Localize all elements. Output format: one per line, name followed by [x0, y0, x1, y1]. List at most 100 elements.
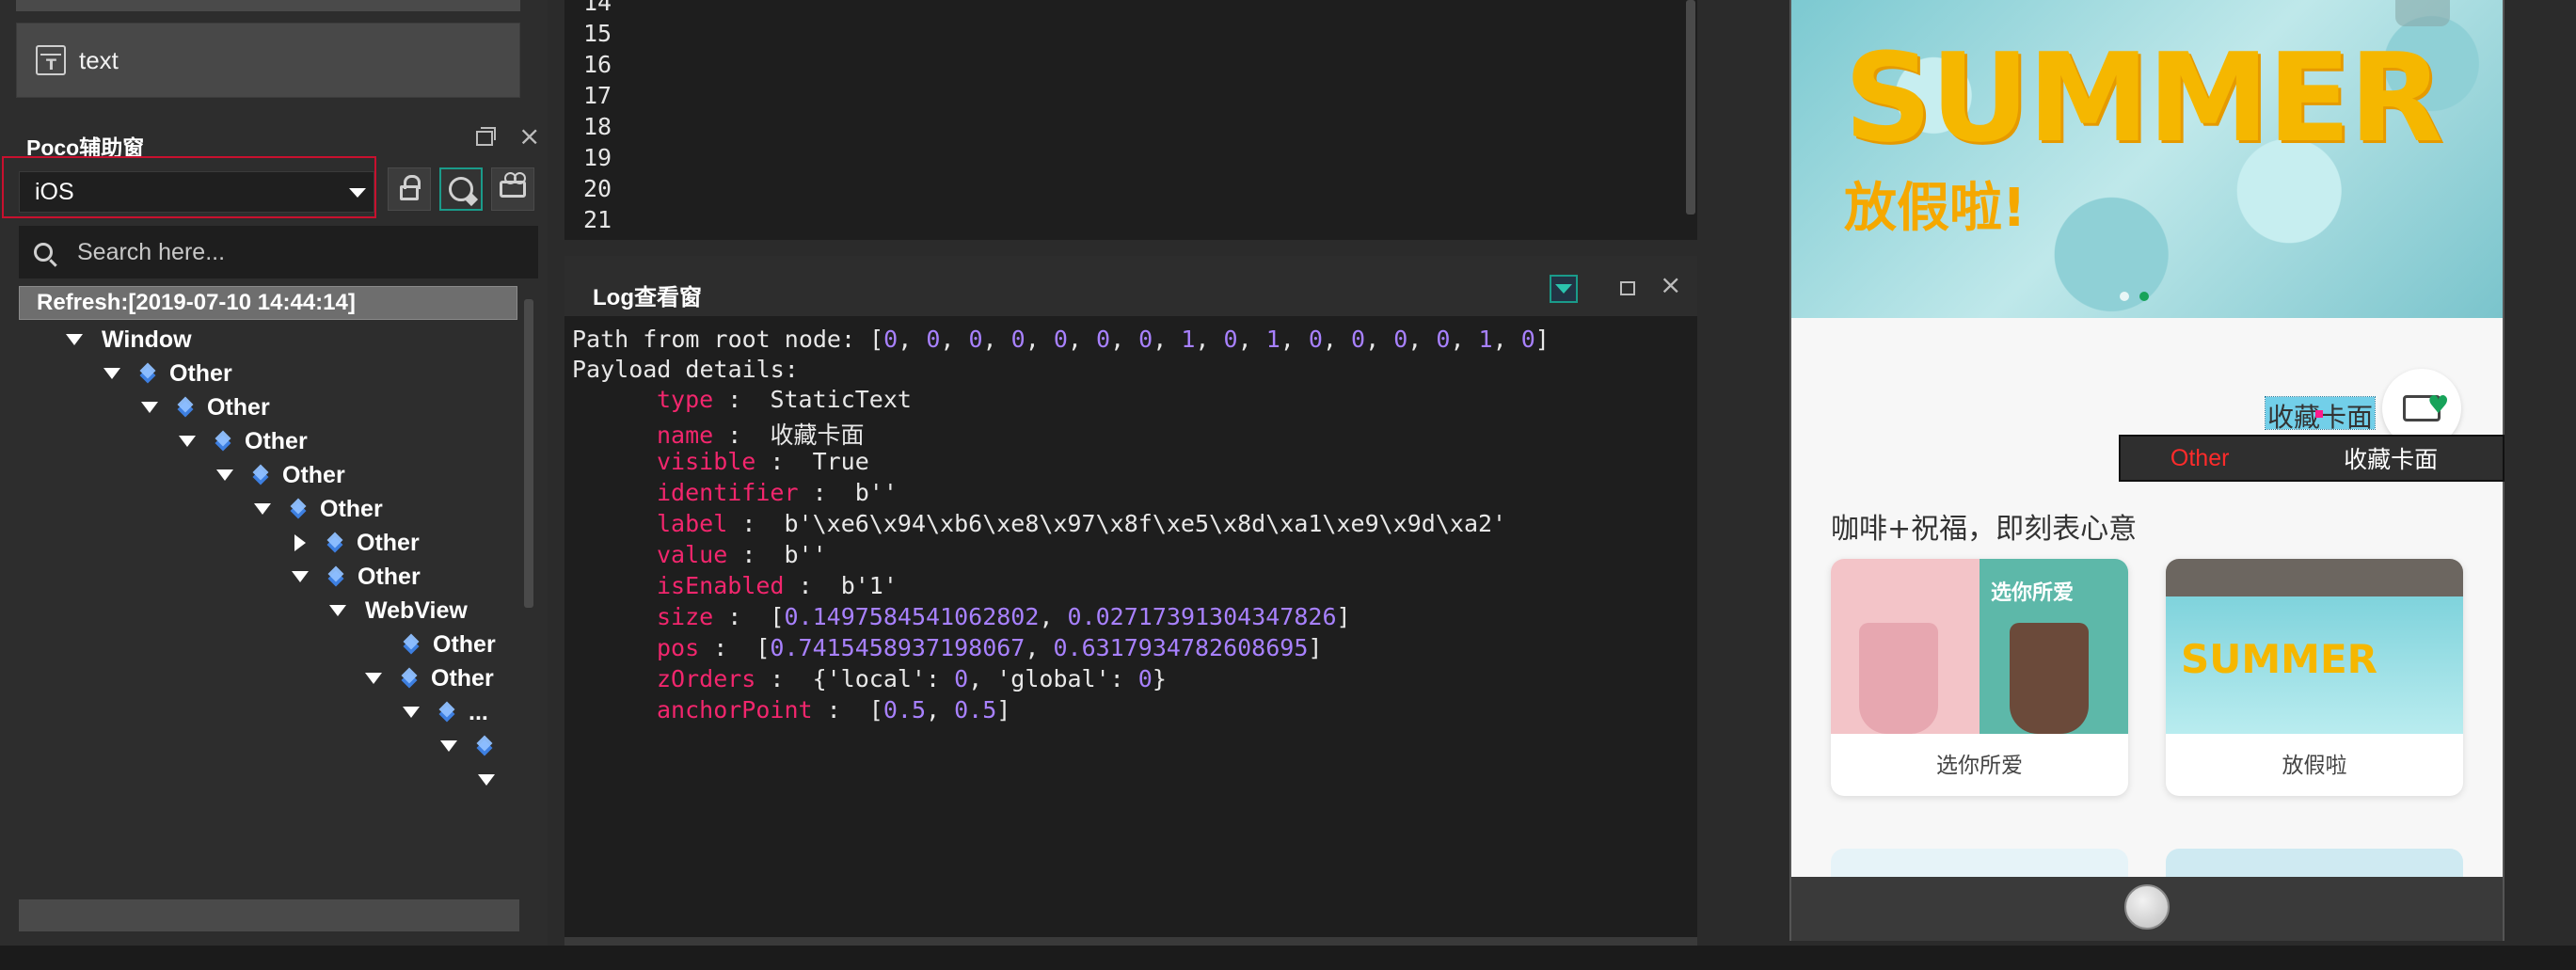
attr-key: type [657, 386, 714, 413]
log-line: Path from root node: [0, 0, 0, 0, 0, 0, … [572, 326, 1550, 353]
tree-horizontal-scrollbar[interactable] [19, 899, 519, 931]
expand-arrow-icon[interactable] [403, 707, 420, 718]
path-index: 1 [1478, 326, 1493, 353]
tree-node-label: Other [358, 563, 421, 590]
expand-arrow-icon[interactable] [254, 503, 271, 515]
path-index: 0 [1393, 326, 1408, 353]
attr-value: True [812, 448, 869, 475]
line-number: 15 [583, 20, 612, 47]
path-index: 1 [1181, 326, 1196, 353]
tree-node-label: Other [207, 393, 270, 421]
text-widget-item[interactable]: text [16, 23, 520, 98]
attr-value: StaticText [770, 386, 912, 413]
tree-node-label: Other [245, 427, 308, 454]
tree-node[interactable]: Other [365, 662, 494, 694]
tree-node[interactable]: ... [403, 696, 488, 728]
expand-arrow-icon[interactable] [141, 402, 158, 413]
card-caption: 选你所爱 [1936, 754, 2023, 778]
device-scrollbar[interactable] [2561, 0, 2576, 946]
expand-arrow-icon[interactable] [365, 673, 382, 684]
expand-arrow-icon[interactable] [292, 571, 309, 582]
collapse-arrow-icon[interactable] [294, 534, 306, 551]
close-icon[interactable]: × [518, 123, 540, 150]
restore-icon[interactable] [476, 127, 496, 146]
tree-node[interactable]: Other [216, 459, 345, 491]
attr-key: isEnabled [657, 572, 785, 599]
selection-marker [2315, 410, 2323, 418]
inspect-button[interactable] [439, 167, 483, 211]
attr-key: zOrders [657, 665, 756, 692]
section-title: 咖啡+祝福，即刻表心意 [1831, 513, 2138, 546]
line-number: 20 [583, 175, 612, 202]
tree-node[interactable] [440, 730, 506, 762]
log-line: name : 收藏卡面 [657, 421, 865, 449]
attr-value: b'\xe6\x94\xb6\xe8\x97\x8f\xe5\x8d\xa1\x… [784, 510, 1507, 537]
text-widget-label: text [79, 45, 119, 74]
card-item[interactable]: SUMMER 放假啦 [2166, 559, 2463, 796]
platform-select[interactable]: iOS [19, 171, 374, 213]
platform-value: iOS [35, 178, 74, 205]
restore-icon[interactable] [1620, 281, 1635, 295]
tree-node[interactable]: Other [141, 391, 270, 423]
record-button[interactable] [491, 167, 534, 211]
layers-icon [476, 738, 493, 755]
tree-scrollbar[interactable] [524, 299, 533, 608]
chevron-down-icon [349, 188, 366, 198]
tree-node[interactable]: Other [292, 561, 421, 593]
card-item[interactable]: 选你所爱 选你所爱 [1831, 559, 2128, 796]
attr-key: name [657, 421, 714, 449]
tree-node-label: Other [431, 664, 494, 692]
log-line: zOrders : {'local': 0, 'global': 0} [657, 665, 1167, 692]
layers-icon [326, 534, 343, 551]
drink-image [2010, 623, 2089, 734]
layers-icon [290, 501, 307, 517]
attr-key: pos [657, 634, 700, 661]
expand-arrow-icon[interactable] [440, 740, 457, 752]
attr-key: label [657, 510, 728, 537]
refresh-bar[interactable]: Refresh:[2019-07-10 14:44:14] [19, 286, 517, 320]
search-input[interactable] [77, 238, 510, 266]
layers-icon [327, 568, 344, 585]
tree-node[interactable]: Other [179, 425, 308, 457]
tree-node[interactable]: Other [254, 493, 383, 525]
video-camera-icon [500, 172, 526, 198]
expand-arrow-icon[interactable] [216, 469, 233, 481]
tree-node[interactable]: Other [103, 358, 232, 390]
banner[interactable]: SUMMER 放假啦! [1791, 0, 2503, 318]
layers-icon [252, 467, 269, 484]
tooltip-name: 收藏卡面 [2344, 446, 2439, 473]
search-bar [19, 226, 538, 278]
path-index: 0 [1223, 326, 1238, 353]
code-editor[interactable]: 14 15 16 17 18 19 20 21 [564, 0, 1697, 240]
tree-node[interactable]: WebView [329, 595, 468, 627]
line-number: 14 [583, 0, 612, 16]
drink-image [1859, 623, 1938, 734]
tree-node-label: Other [357, 529, 420, 556]
carousel-dot-active[interactable] [2139, 292, 2149, 301]
code-scrollbar[interactable] [1686, 0, 1695, 215]
close-icon[interactable]: × [1660, 272, 1681, 298]
log-line: value : b'' [657, 541, 827, 568]
filter-button[interactable] [1550, 275, 1578, 303]
attr-value: b'' [854, 479, 898, 506]
tree-node[interactable] [478, 764, 514, 796]
expand-arrow-icon[interactable] [103, 368, 120, 379]
expand-arrow-icon[interactable] [66, 334, 83, 345]
tree-node-label: Window [102, 326, 192, 353]
home-button[interactable] [2124, 884, 2170, 930]
attr-key: anchorPoint [657, 696, 813, 724]
expand-arrow-icon[interactable] [179, 436, 196, 447]
tree-node[interactable]: Window [66, 324, 192, 356]
tree-node[interactable]: Other [403, 628, 496, 660]
path-index: 0 [1138, 326, 1153, 353]
log-output: Path from root node: [0, 0, 0, 0, 0, 0, … [564, 316, 1697, 937]
expand-arrow-icon[interactable] [478, 774, 495, 786]
path-index: 0 [1053, 326, 1068, 353]
attr-key: identifier [657, 479, 799, 506]
lock-button[interactable] [388, 167, 431, 211]
expand-arrow-icon[interactable] [329, 605, 346, 616]
log-line: pos : [0.7415458937198067, 0.63179347826… [657, 634, 1323, 661]
tree-node[interactable]: Other [292, 527, 420, 559]
line-number: 21 [583, 206, 612, 233]
carousel-dot[interactable] [2120, 292, 2129, 301]
